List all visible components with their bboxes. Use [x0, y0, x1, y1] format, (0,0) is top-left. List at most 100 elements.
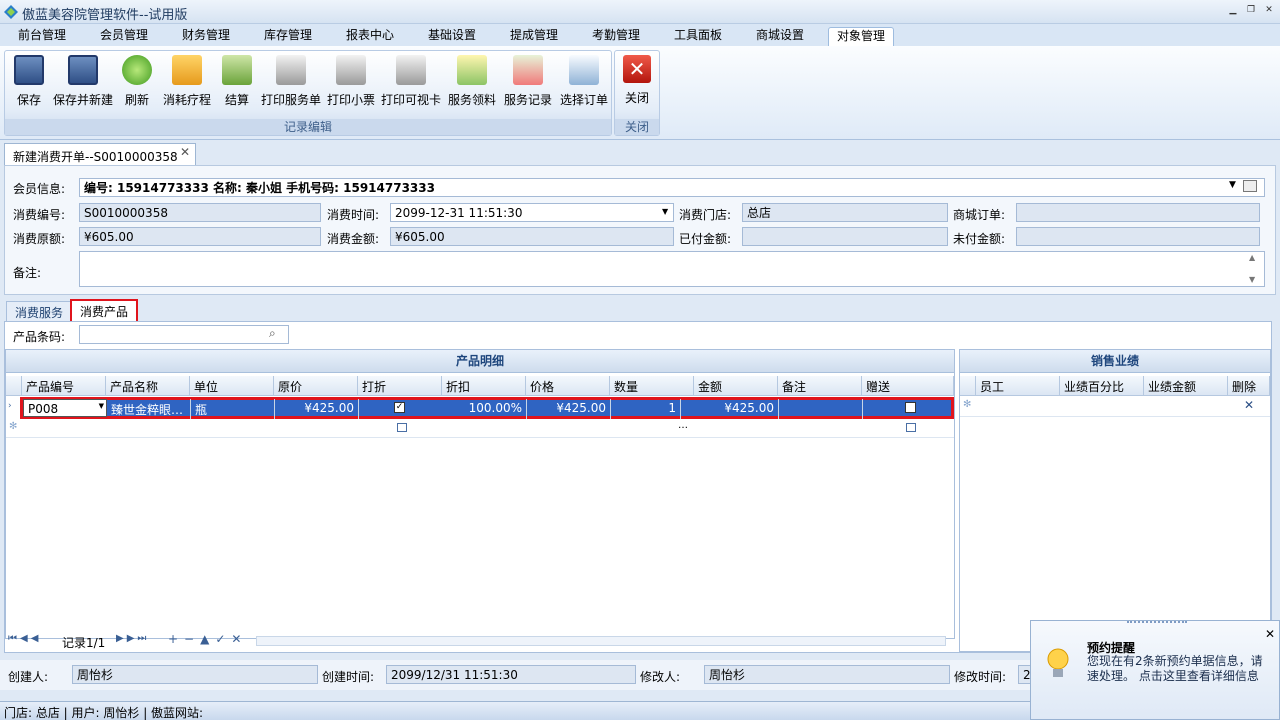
save-and-new-button[interactable]: 保存并新建	[51, 55, 115, 111]
save-button[interactable]: 保存	[9, 55, 49, 111]
consume-treatment-button[interactable]: 消耗疗程	[159, 55, 215, 111]
col-product-code[interactable]: 产品编号	[22, 376, 106, 396]
member-card-icon[interactable]	[1243, 180, 1257, 192]
col-note[interactable]: 备注	[778, 376, 862, 396]
nav-edit-icons[interactable]: +−▲✓✕	[168, 632, 247, 646]
barcode-input[interactable]	[79, 325, 289, 344]
discount-checkbox[interactable]: ✓	[394, 402, 405, 413]
table-row[interactable]: › P008 ▼ 臻世金粹眼… 瓶 ¥425.00 ✓ 100.00% ¥425…	[6, 397, 954, 419]
consumption-time-field[interactable]: 2099-12-31 11:51:30	[390, 203, 674, 222]
amount-cell[interactable]: ¥425.00	[695, 399, 779, 419]
col-discount-rate[interactable]: 折扣	[442, 376, 526, 396]
print-receipt-button[interactable]: 打印小票	[325, 55, 377, 111]
tab-close-icon[interactable]: ✕	[180, 145, 190, 159]
paid-field[interactable]	[742, 227, 948, 246]
menu-basic-settings[interactable]: 基础设置	[420, 27, 484, 46]
note-cell[interactable]	[779, 399, 863, 419]
checkbox-placeholder-icon[interactable]	[906, 423, 916, 432]
checkout-button[interactable]: 结算	[217, 55, 257, 111]
document-list-icon	[569, 55, 599, 85]
product-code-combo[interactable]: P008 ▼	[23, 399, 107, 417]
restore-icon[interactable]: ❐	[1244, 3, 1258, 17]
lightbulb-icon	[1045, 647, 1071, 681]
chevron-down-icon[interactable]: ▼	[99, 402, 104, 410]
ellipsis-icon[interactable]: …	[678, 420, 688, 431]
menu-inventory[interactable]: 库存管理	[256, 27, 320, 46]
print-visual-card-button[interactable]: 打印可视卡	[379, 55, 443, 111]
col-price[interactable]: 价格	[526, 376, 610, 396]
checkbox-placeholder-icon[interactable]	[397, 423, 407, 432]
gift-checkbox[interactable]	[905, 402, 916, 413]
unpaid-field[interactable]	[1016, 227, 1260, 246]
price-cell[interactable]: ¥425.00	[527, 399, 611, 419]
menu-commission[interactable]: 提成管理	[502, 27, 566, 46]
member-info-field[interactable]: 编号: 15914773333 名称: 秦小姐 手机号码: 1591477333…	[79, 178, 1265, 197]
nav-first-prev-icons[interactable]: ⏮◀◀	[8, 633, 41, 644]
discount-rate-cell[interactable]: 100.00%	[443, 399, 527, 419]
orig-price-cell[interactable]: ¥425.00	[275, 399, 359, 419]
document-tab[interactable]: 新建消费开单--S0010000358	[4, 143, 196, 166]
unit-cell[interactable]: 瓶	[191, 399, 275, 419]
close-button[interactable]: ✕ 关闭	[619, 55, 655, 111]
col-sales-amount[interactable]: 业绩金额	[1144, 376, 1228, 396]
dropdown-arrow-icon[interactable]: ▼	[1229, 180, 1236, 190]
appointment-reminder-popup[interactable]: ✕ 预约提醒 您现在有2条新预约单据信息，请速处理。 点击这里查看详细信息	[1030, 620, 1280, 720]
delete-icon[interactable]: ✕	[1244, 398, 1254, 412]
note-textarea[interactable]	[79, 251, 1265, 287]
status-text: 门店: 总店 | 用户: 周怡杉 | 傲蓝网站:	[4, 706, 204, 720]
amount-field[interactable]: ¥605.00	[390, 227, 674, 246]
col-employee[interactable]: 员工	[976, 376, 1060, 396]
menu-attendance[interactable]: 考勤管理	[584, 27, 648, 46]
search-icon[interactable]: ⌕	[269, 326, 276, 341]
scroll-down-icon[interactable]: ▼	[1249, 275, 1255, 284]
menu-members[interactable]: 会员管理	[92, 27, 156, 46]
refresh-button[interactable]: 刷新	[117, 55, 157, 111]
tab-consume-product[interactable]: 消费产品	[70, 299, 139, 323]
title-bar: 傲蓝美容院管理软件--试用版 ▁ ❐ ✕	[0, 0, 1280, 24]
col-percentage[interactable]: 业绩百分比	[1060, 376, 1144, 396]
mall-order-field[interactable]	[1016, 203, 1260, 222]
creator-field[interactable]: 周怡杉	[72, 665, 318, 684]
printer-icon	[396, 55, 426, 85]
product-grid: 产品明细 产品编号 产品名称 单位 原价 打折 折扣 价格 数量 金额 备注 赠…	[5, 349, 955, 639]
select-order-button[interactable]: 选择订单	[557, 55, 611, 111]
service-records-button[interactable]: 服务记录	[501, 55, 555, 111]
col-amount[interactable]: 金额	[694, 376, 778, 396]
create-time-field[interactable]: 2099/12/31 11:51:30	[386, 665, 636, 684]
minimize-icon[interactable]: ▁	[1226, 3, 1240, 17]
col-gift[interactable]: 赠送	[862, 376, 954, 396]
close-window-icon[interactable]: ✕	[1262, 3, 1276, 17]
col-discount-flag[interactable]: 打折	[358, 376, 442, 396]
service-materials-button[interactable]: 服务领料	[445, 55, 499, 111]
new-row[interactable]: ✻ ✕	[960, 397, 1270, 417]
menu-mall-settings[interactable]: 商城设置	[748, 27, 812, 46]
quantity-cell[interactable]: 1	[611, 399, 681, 419]
col-quantity[interactable]: 数量	[610, 376, 694, 396]
col-unit[interactable]: 单位	[190, 376, 274, 396]
nav-next-last-icons[interactable]: ▶▶⏭	[116, 633, 149, 644]
menu-object-management[interactable]: 对象管理	[828, 27, 895, 46]
original-amount-field[interactable]: ¥605.00	[79, 227, 321, 246]
new-row[interactable]: ✻ …	[6, 420, 954, 438]
menu-front-desk[interactable]: 前台管理	[10, 27, 74, 46]
row-indicator-header	[960, 376, 976, 396]
store-field[interactable]: 总店	[742, 203, 948, 222]
popup-close-icon[interactable]: ✕	[1265, 627, 1275, 641]
popup-body[interactable]: 您现在有2条新预约单据信息，请速处理。 点击这里查看详细信息	[1087, 654, 1271, 684]
chevron-down-icon[interactable]: ▼	[662, 207, 668, 216]
menu-finance[interactable]: 财务管理	[174, 27, 238, 46]
menu-reports[interactable]: 报表中心	[338, 27, 402, 46]
product-name-cell[interactable]: 臻世金粹眼…	[107, 399, 191, 419]
drag-grip[interactable]	[1127, 621, 1187, 625]
col-delete[interactable]: 删除	[1228, 376, 1270, 396]
printer-icon	[276, 55, 306, 85]
col-product-name[interactable]: 产品名称	[106, 376, 190, 396]
print-service-order-button[interactable]: 打印服务单	[259, 55, 323, 111]
consumption-code-field[interactable]: S0010000358	[79, 203, 321, 222]
scroll-up-icon[interactable]: ▲	[1249, 253, 1255, 262]
col-orig-price[interactable]: 原价	[274, 376, 358, 396]
horizontal-scrollbar[interactable]	[256, 636, 946, 646]
menu-tools[interactable]: 工具面板	[666, 27, 730, 46]
tab-consume-service[interactable]: 消费服务	[6, 301, 73, 321]
modifier-field[interactable]: 周怡杉	[704, 665, 950, 684]
